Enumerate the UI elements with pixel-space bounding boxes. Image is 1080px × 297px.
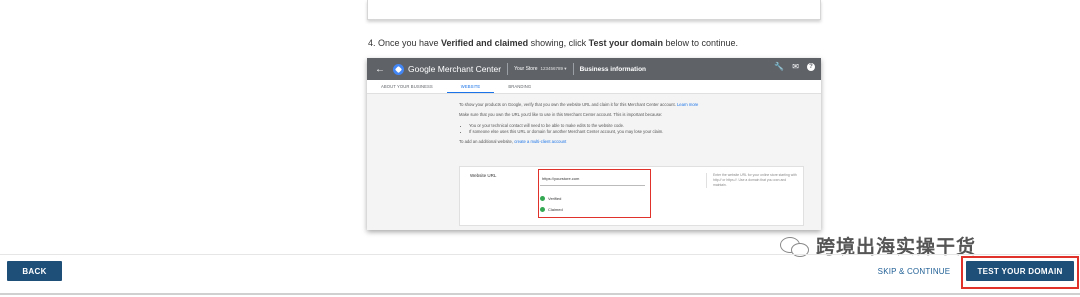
previous-screenshot-card (367, 0, 821, 20)
gmc-top-icons: 🔧 ✉ ? (774, 62, 815, 71)
list-item: If someone else uses this URL or domain … (469, 129, 804, 135)
gmc-website-body: To show your products on Google, verify … (459, 102, 804, 149)
store-id: 123456789 ▾ (540, 66, 567, 71)
verified-claimed-highlight (538, 169, 651, 218)
multi-client-link: create a multi-client account (514, 139, 567, 145)
intro-paragraph: To show your products on Google, verify … (459, 102, 699, 107)
divider (572, 63, 574, 75)
gmc-app-name: Google Merchant Center (408, 64, 502, 74)
tab-about-your-business: ABOUT YOUR BUSINESS (381, 84, 433, 89)
tab-website: WEBSITE (446, 84, 495, 93)
store-label: Your Store (514, 66, 538, 72)
mail-icon: ✉ (792, 62, 799, 71)
make-sure-paragraph: Make sure that you own the URL you'd lik… (459, 112, 663, 118)
skip-continue-button[interactable]: SKIP & CONTINUE (868, 261, 960, 281)
bottom-divider (0, 293, 1080, 295)
help-icon: ? (807, 62, 815, 71)
wrench-icon: 🔧 (774, 62, 785, 71)
learn-more-link: Learn more (676, 102, 699, 107)
divider (507, 63, 509, 75)
step-instruction: 4. Once you have Verified and claimed sh… (368, 38, 739, 48)
gmc-top-bar: ← Google Merchant Center Your Store 1234… (367, 58, 821, 80)
url-help-text: Enter the website URL for your online st… (706, 173, 798, 188)
gmc-page-title: Business information (579, 65, 647, 73)
additional-site-paragraph: To add an additional website, create a m… (459, 139, 567, 145)
footer-divider (0, 254, 1080, 255)
test-domain-highlight (961, 256, 1079, 289)
merchant-center-logo-icon (393, 63, 404, 75)
gmc-tabs: ABOUT YOUR BUSINESS WEBSITE BRANDING (367, 80, 821, 94)
website-url-label: Website URL (470, 173, 497, 178)
tab-branding: BRANDING (508, 84, 532, 89)
back-arrow-icon: ← (375, 63, 385, 75)
back-button[interactable]: BACK (7, 261, 62, 281)
requirements-list: You or your technical contact will need … (469, 123, 804, 136)
